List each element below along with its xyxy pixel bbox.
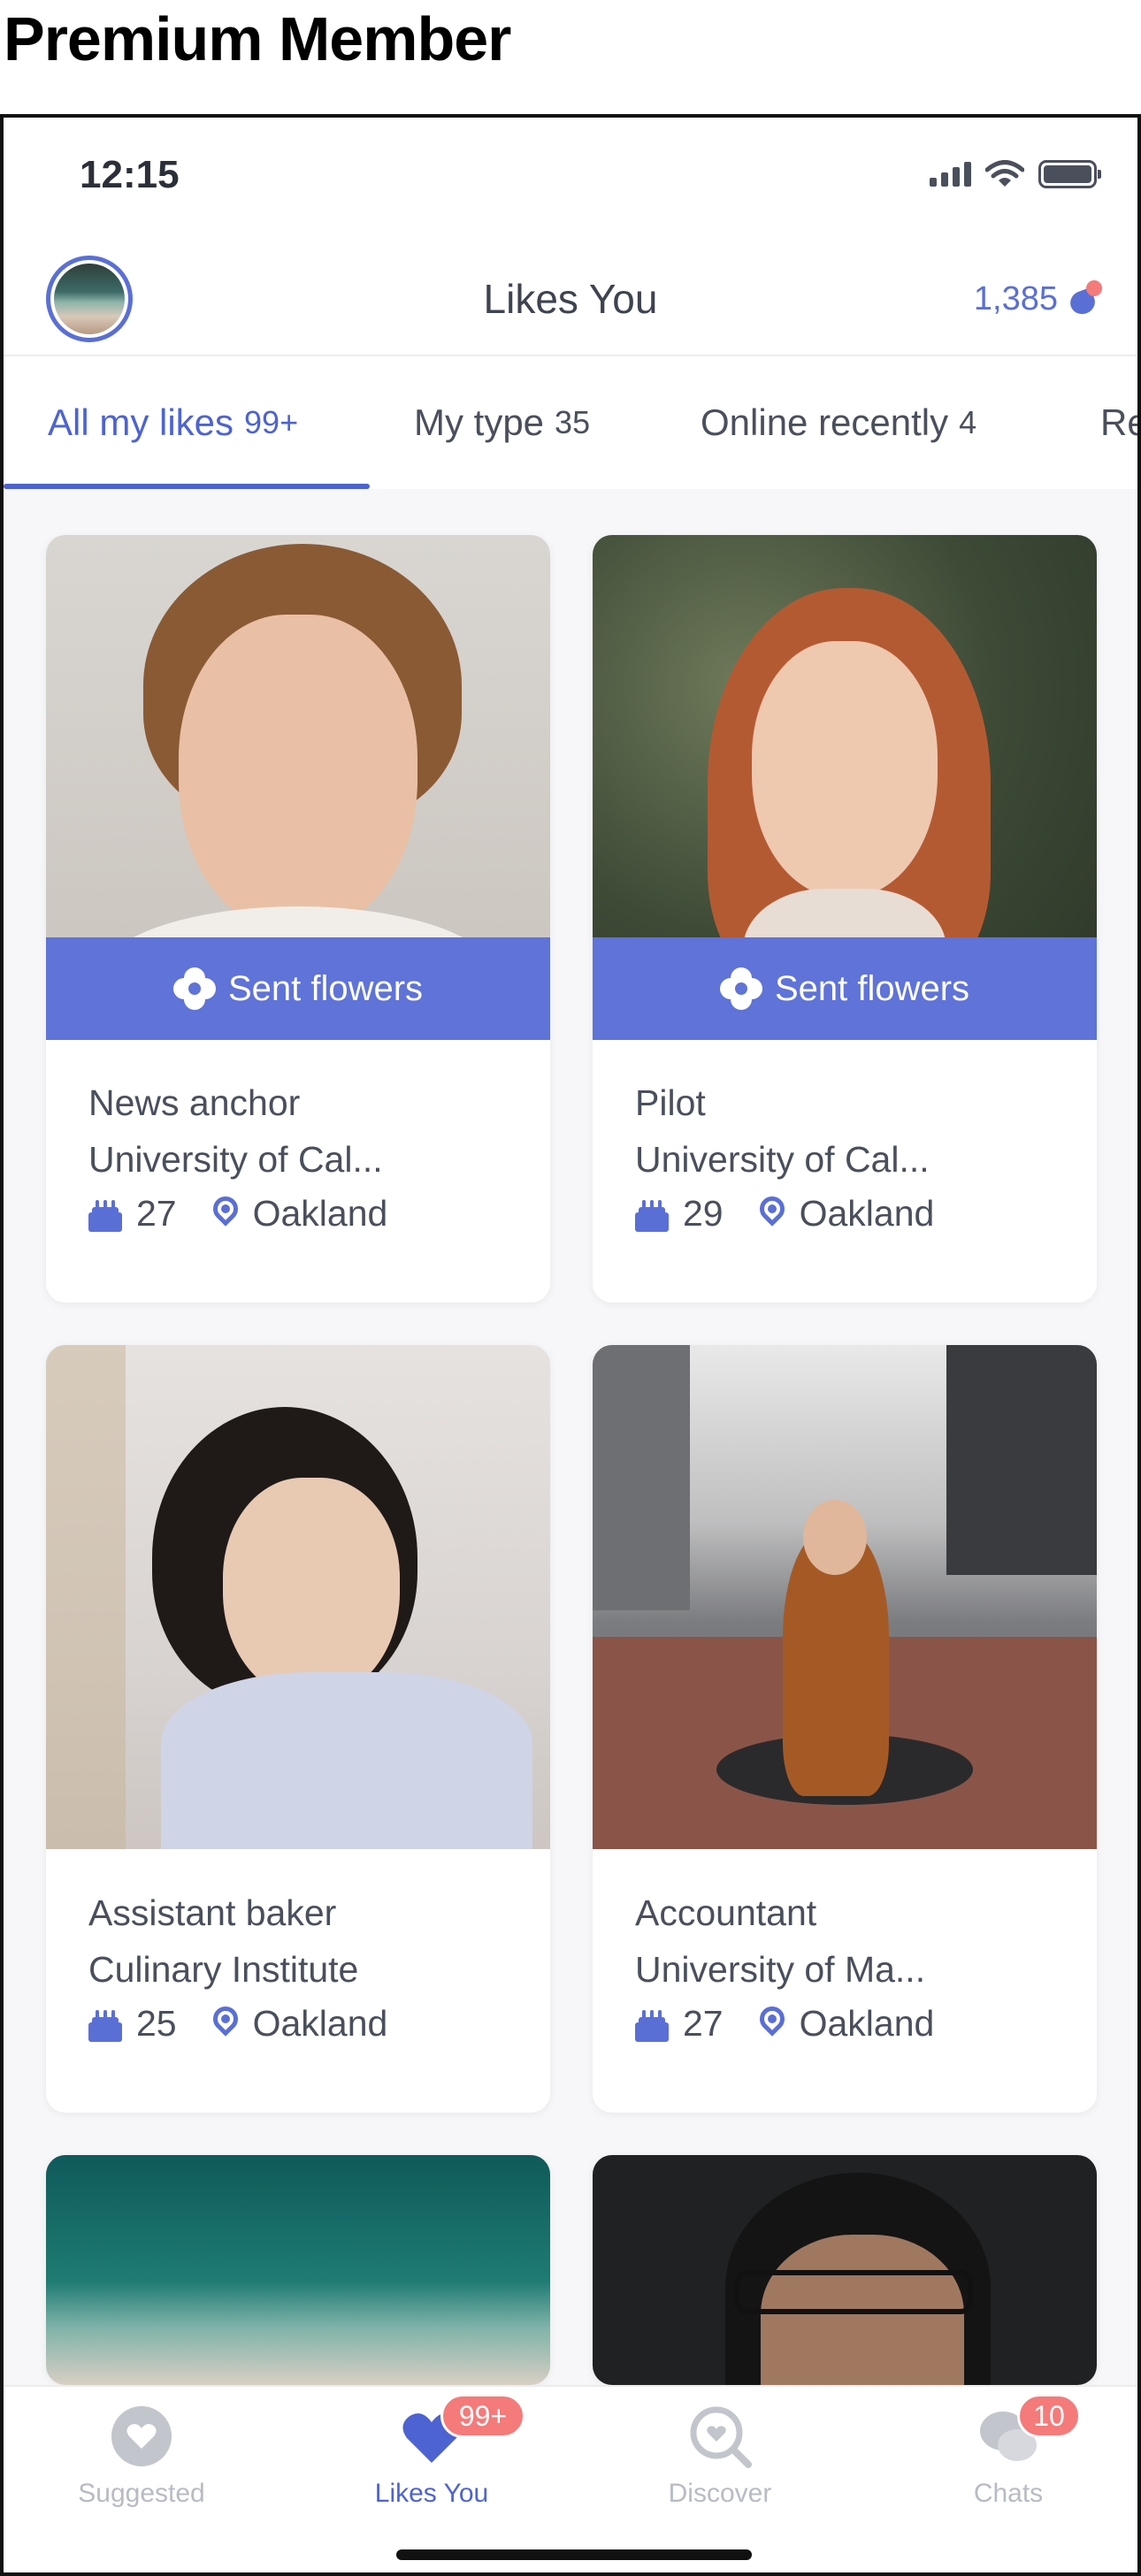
profile-info: Assistant baker Culinary Institute 25 Oa…: [88, 1884, 524, 2045]
signal-icon: [930, 162, 971, 187]
credits-count: 1,385: [973, 280, 1058, 317]
phone-frame: 12:15 Likes You 1,385 All my likes 99+ M: [0, 114, 1141, 2576]
age: 25: [136, 2003, 177, 2044]
profile-card[interactable]: Sent flowers News anchor University of C…: [46, 535, 550, 1303]
tab-label: Re: [1100, 401, 1137, 443]
profile-info: Accountant University of Ma... 27 Oaklan…: [635, 1884, 1070, 2045]
tab-all-my-likes[interactable]: All my likes 99+: [48, 356, 298, 489]
tab-label: My type: [414, 401, 545, 443]
school: University of Ma...: [635, 1949, 926, 1990]
cake-icon: [88, 1196, 122, 1232]
age: 27: [136, 1193, 177, 1234]
tab-count: 99+: [244, 404, 299, 440]
school: University of Cal...: [88, 1139, 383, 1180]
likes-badge: 99+: [440, 2394, 525, 2438]
sent-flowers-banner: Sent flowers: [593, 937, 1097, 1040]
tab-count: 4: [959, 404, 977, 440]
flower-credit-icon: [1067, 279, 1102, 317]
location-pin-icon: [754, 2000, 790, 2042]
location-pin-icon: [754, 1190, 790, 1232]
sent-flowers-label: Sent flowers: [774, 968, 970, 1008]
profile-info: Pilot University of Cal... 29 Oakland: [635, 1074, 1070, 1234]
job-title: Accountant: [635, 1892, 817, 1933]
job-title: Assistant baker: [88, 1892, 337, 1933]
nav-suggested[interactable]: Suggested: [35, 2404, 248, 2509]
nav-discover[interactable]: Discover: [614, 2404, 826, 2509]
nav-chats[interactable]: 10 Chats: [902, 2394, 1114, 2509]
profile-photo: [593, 2155, 1097, 2385]
age: 29: [683, 1193, 724, 1234]
profile-card[interactable]: Accountant University of Ma... 27 Oaklan…: [593, 1345, 1097, 2113]
credits-button[interactable]: 1,385: [973, 279, 1102, 318]
profile-photo: [46, 1345, 550, 1849]
tab-online-recently[interactable]: Online recently 4: [701, 356, 976, 489]
wifi-icon: [985, 160, 1024, 187]
school: University of Cal...: [635, 1139, 930, 1180]
location: Oakland: [799, 1193, 935, 1234]
profile-card[interactable]: [593, 2155, 1097, 2385]
cake-icon: [635, 1196, 669, 1232]
heart-icon: 99+: [400, 2394, 525, 2468]
tab-label: Online recently: [701, 401, 949, 443]
location-pin-icon: [207, 1190, 243, 1232]
profile-meta: 27 Oakland: [88, 1190, 524, 1234]
filter-tabs: All my likes 99+ My type 35 Online recen…: [4, 356, 1137, 489]
profile-card[interactable]: [46, 2155, 550, 2385]
profile-photo: [593, 1345, 1097, 1849]
home-indicator: [396, 2549, 752, 2560]
location: Oakland: [252, 1193, 388, 1234]
job-title: Pilot: [635, 1082, 706, 1123]
flower-icon: [172, 967, 216, 1010]
header: Likes You 1,385: [4, 241, 1137, 356]
age: 27: [683, 2003, 724, 2044]
bottom-nav: Suggested 99+ Likes You Discover 10 Chat…: [4, 2385, 1137, 2572]
chat-bubbles-icon: 10: [976, 2394, 1081, 2468]
profile-meta: 25 Oakland: [88, 2000, 524, 2045]
sent-flowers-banner: Sent flowers: [46, 937, 550, 1040]
nav-label: Discover: [668, 2479, 772, 2508]
page-title: Likes You: [483, 276, 658, 322]
profile-meta: 29 Oakland: [635, 1190, 1070, 1234]
job-title: News anchor: [88, 1082, 301, 1123]
tab-label: All my likes: [48, 401, 234, 443]
sent-flowers-label: Sent flowers: [227, 968, 424, 1008]
heart-circle-icon: [110, 2404, 173, 2468]
school: Culinary Institute: [88, 1949, 359, 1990]
location: Oakland: [252, 2003, 388, 2044]
cake-icon: [88, 2007, 122, 2042]
page-heading: Premium Member: [4, 4, 511, 73]
nav-label: Chats: [973, 2479, 1044, 2508]
flower-icon: [719, 967, 762, 1010]
nav-label: Likes You: [374, 2479, 489, 2508]
tab-more[interactable]: Re: [1100, 356, 1137, 489]
chats-badge: 10: [1017, 2394, 1081, 2438]
nav-label: Suggested: [78, 2479, 205, 2508]
tab-my-type[interactable]: My type 35: [414, 356, 590, 489]
location: Oakland: [799, 2003, 935, 2044]
nav-likes-you[interactable]: 99+ Likes You: [325, 2394, 538, 2509]
profile-card[interactable]: Assistant baker Culinary Institute 25 Oa…: [46, 1345, 550, 2113]
tab-count: 35: [555, 404, 591, 440]
status-time: 12:15: [80, 153, 180, 196]
status-icons: [930, 160, 1101, 188]
cake-icon: [635, 2007, 669, 2042]
discover-search-icon: [688, 2404, 752, 2468]
likes-grid: Sent flowers News anchor University of C…: [4, 489, 1137, 2488]
profile-meta: 27 Oakland: [635, 2000, 1070, 2045]
status-bar: 12:15: [4, 118, 1137, 241]
profile-photo: [46, 2155, 550, 2385]
profile-info: News anchor University of Cal... 27 Oakl…: [88, 1074, 524, 1234]
location-pin-icon: [207, 2000, 243, 2042]
battery-icon: [1038, 160, 1101, 188]
profile-card[interactable]: Sent flowers Pilot University of Cal... …: [593, 535, 1097, 1303]
